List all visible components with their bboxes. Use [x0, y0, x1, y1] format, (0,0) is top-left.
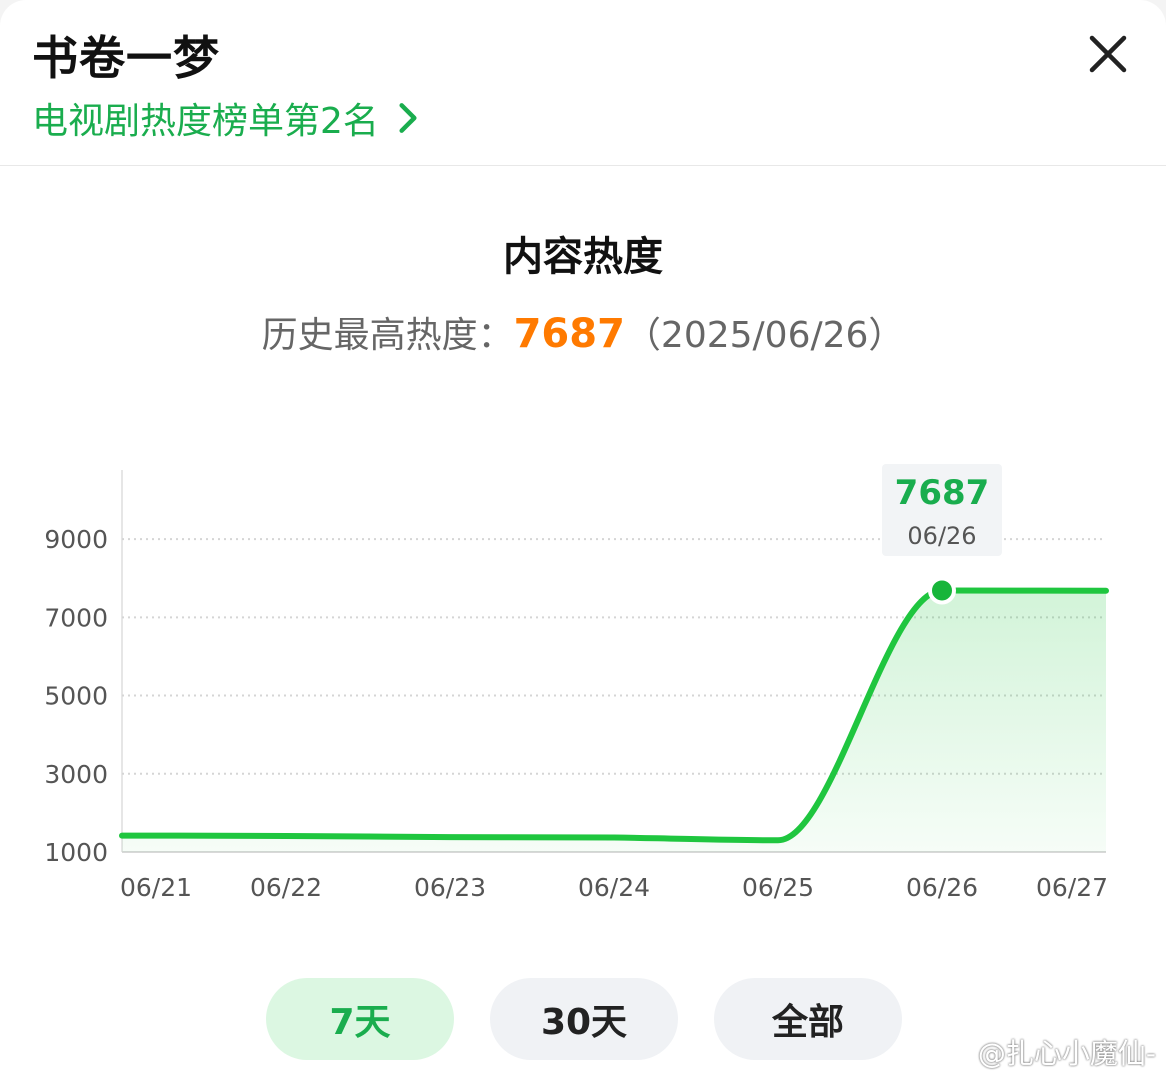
peak-info: 历史最高热度：7687（2025/06/26）: [0, 306, 1166, 358]
watermark: @扎心小魔仙-: [944, 1032, 1156, 1072]
tab-7-days[interactable]: 7天: [266, 978, 454, 1060]
x-tick-label: 06/24: [578, 873, 650, 902]
y-tick-label: 7000: [44, 603, 108, 632]
tooltip: 7687 06/26: [882, 464, 1002, 556]
y-tick-label: 1000: [44, 838, 108, 867]
peak-point[interactable]: [928, 576, 956, 605]
chevron-right-icon: [399, 103, 417, 133]
peak-label: 历史最高热度：: [261, 315, 514, 356]
heat-area: [122, 590, 1106, 852]
x-tick-label: 06/21: [120, 873, 192, 902]
heat-chart: 1000 3000 5000 7000 9000 06/21 06/22 06/23 06/24…: [44, 464, 1109, 902]
tooltip-value: 7687: [895, 473, 990, 513]
peak-value: 7687: [513, 311, 625, 357]
x-tick-label: 06/23: [414, 873, 486, 902]
tab-30-days[interactable]: 30天: [490, 978, 678, 1060]
x-tick-label: 06/27: [1036, 873, 1108, 902]
x-tick-label: 06/22: [250, 873, 322, 902]
drama-title: 书卷一梦: [32, 31, 220, 85]
x-tick-label: 06/25: [742, 873, 814, 902]
panel-header: 书卷一梦 电视剧热度榜单第2名: [0, 0, 1166, 166]
chart-title: 内容热度: [503, 234, 663, 280]
heat-panel: 书卷一梦 电视剧热度榜单第2名 内容热度 历史最高热度：7687（2025/06…: [0, 0, 1166, 1080]
y-tick-label: 9000: [44, 525, 108, 554]
y-tick-label: 5000: [44, 682, 108, 711]
watermark-text: @扎心小魔仙-: [977, 1037, 1156, 1070]
tooltip-date: 06/26: [907, 522, 976, 550]
close-icon[interactable]: [1084, 30, 1132, 78]
peak-date: （2025/06/26）: [624, 315, 905, 356]
x-tick-label: 06/26: [906, 873, 978, 902]
tab-all[interactable]: 全部: [714, 978, 902, 1060]
weibo-logo-icon: [944, 1040, 977, 1065]
rank-link[interactable]: 电视剧热度榜单第2名: [32, 92, 427, 144]
y-tick-label: 3000: [44, 760, 108, 789]
rank-text: 电视剧热度榜单第2名: [32, 101, 379, 142]
